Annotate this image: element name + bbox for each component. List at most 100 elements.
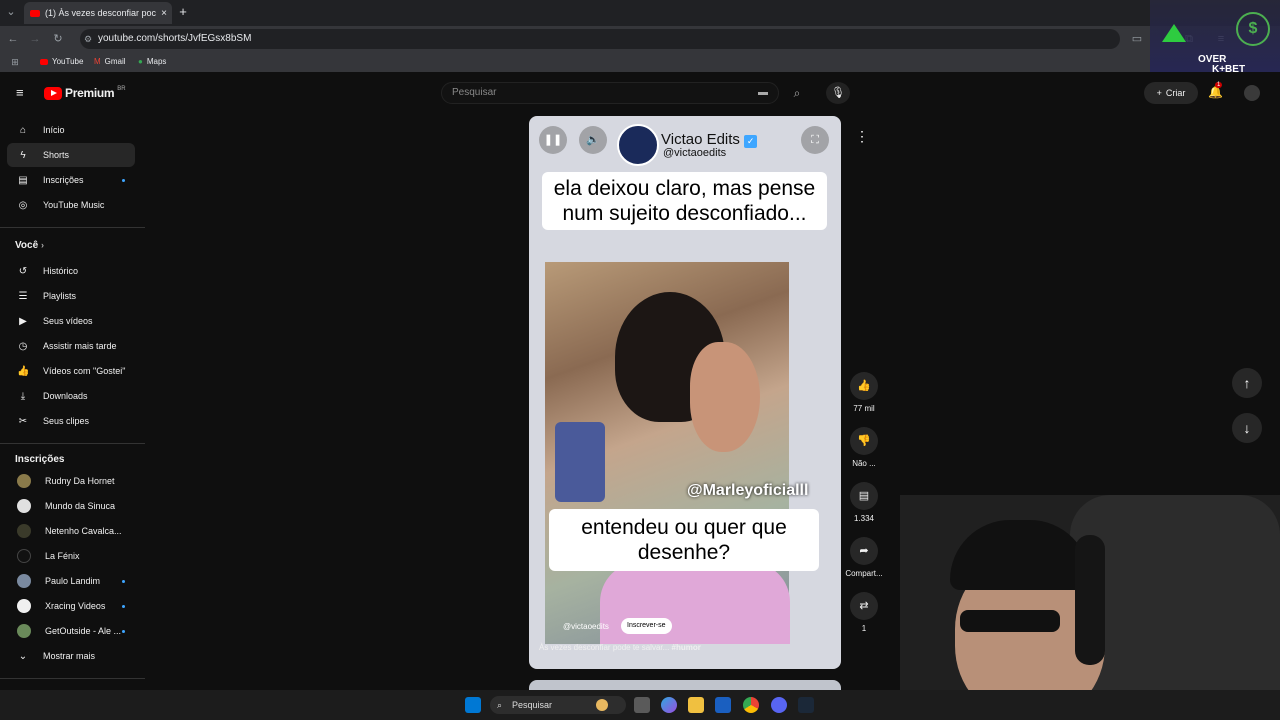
verified-icon: ✓ <box>744 135 758 148</box>
sidebar-item-downloads[interactable]: ⤓ Downloads <box>7 384 135 408</box>
site-info-icon[interactable]: ⚙ <box>84 29 92 49</box>
notifications-button[interactable]: 🔔 1 <box>1208 82 1223 99</box>
short-title: Às vezes desconfiar pode te salvar... #h… <box>539 643 701 652</box>
cast-icon[interactable]: ▭ <box>1130 32 1144 46</box>
comment-icon: ▤ <box>850 482 878 510</box>
sidebar-item-playlists[interactable]: ☰ Playlists <box>7 284 135 308</box>
copilot-icon[interactable] <box>661 697 677 713</box>
more-options-icon[interactable]: ⋮ <box>855 128 869 145</box>
subscription-item[interactable]: Paulo Landim <box>7 569 135 593</box>
downloads-icon: ⤓ <box>20 390 26 402</box>
music-icon: ◎ <box>18 199 28 211</box>
browser-tab[interactable]: (1) Às vezes desconfiar poc × <box>24 2 172 24</box>
windows-start-icon[interactable] <box>465 697 481 713</box>
taskbar-search-label: Pesquisar <box>512 700 553 710</box>
gmail-icon: M <box>94 57 101 66</box>
sidebar-item-music[interactable]: ◎ YouTube Music <box>7 193 135 217</box>
channel-name: Paulo Landim <box>45 576 101 586</box>
tab-list-icon[interactable]: ⌄ <box>4 5 18 19</box>
tab-close-icon[interactable]: × <box>161 8 167 19</box>
sidebar-item-inscricoes[interactable]: ▤ Inscrições <box>7 168 135 192</box>
store-icon[interactable] <box>715 697 731 713</box>
avatar[interactable] <box>1244 85 1260 101</box>
sidebar-item-clipes[interactable]: ✂ Seus clipes <box>7 409 135 433</box>
channel-avatar[interactable] <box>617 124 659 166</box>
comments-action[interactable]: ▤ 1.334 <box>849 482 879 523</box>
bookmark-youtube[interactable]: YouTube <box>40 57 83 66</box>
sidebar-item-watch-later[interactable]: ◷ Assistir mais tarde <box>7 334 135 358</box>
create-button[interactable]: + Criar <box>1144 82 1198 104</box>
bookmark-label: Maps <box>146 57 167 66</box>
tab-title: (1) Às vezes desconfiar poc <box>45 8 157 18</box>
search-input[interactable]: Pesquisar ▬ <box>441 82 779 104</box>
youtube-icon <box>40 58 48 65</box>
webcam-overlay <box>900 495 1280 720</box>
reload-icon[interactable]: ↻ <box>51 32 65 46</box>
sidebar-item-inicio[interactable]: ⌂ Início <box>7 118 135 142</box>
dislike-action[interactable]: 👎 Não ... <box>849 427 879 468</box>
forward-icon[interactable]: → <box>28 32 42 46</box>
keyboard-icon[interactable]: ▬ <box>758 83 768 103</box>
sidebar-item-label: Seus clipes <box>43 416 90 426</box>
coin-icon: $ <box>1236 12 1270 46</box>
search-button[interactable]: ⌕ <box>780 82 814 104</box>
share-action[interactable]: ➦ Compart... <box>843 537 885 578</box>
file-explorer-icon[interactable] <box>688 697 704 713</box>
subscriptions-icon: ▤ <box>18 174 28 186</box>
new-content-dot <box>122 604 125 608</box>
next-short-button[interactable]: ↓ <box>1232 413 1262 443</box>
subscription-item[interactable]: Netenho Cavalca... <box>7 519 135 543</box>
url-field[interactable]: ⚙ youtube.com/shorts/JvfEGsx8bSM <box>80 29 1120 49</box>
bookmark-maps[interactable]: ● Maps <box>138 57 166 66</box>
channel-name[interactable]: Victao Edits ✓ <box>661 131 758 148</box>
like-action[interactable]: 👍 77 mil <box>849 372 879 413</box>
like-icon: 👍 <box>850 372 878 400</box>
volume-button[interactable]: 🔈 <box>579 126 607 154</box>
apps-grid-icon[interactable]: ⊞ <box>8 55 22 69</box>
liked-icon: 👍 <box>17 365 30 377</box>
previous-short-button[interactable]: ↑ <box>1232 368 1262 398</box>
hashtag-link[interactable]: #humor <box>672 643 701 652</box>
weather-icon <box>596 699 608 711</box>
sidebar-item-seus-videos[interactable]: ▶ Seus vídeos <box>7 309 135 333</box>
share-label: Compart... <box>845 569 883 578</box>
sidebar-item-label: YouTube Music <box>43 200 105 210</box>
new-tab-button[interactable]: + <box>176 5 190 19</box>
channel-handle: @victaoedits <box>663 147 727 159</box>
headset-icon <box>1075 535 1105 665</box>
discord-icon[interactable] <box>771 697 787 713</box>
channel-name: La Fénix <box>45 551 80 561</box>
comment-count: 1.334 <box>853 514 875 523</box>
taskbar-search[interactable]: ⌕ Pesquisar <box>490 696 626 714</box>
chevron-right-icon: › <box>40 240 44 250</box>
subscription-item[interactable]: GetOutside - Ale ... <box>7 619 135 643</box>
subscribe-button[interactable]: Inscrever-se <box>621 618 672 634</box>
back-icon[interactable]: ← <box>6 32 20 46</box>
fullscreen-button[interactable]: ⛶ <box>801 126 829 154</box>
footer-handle[interactable]: @victaoedits <box>563 622 609 631</box>
sidebar-item-historico[interactable]: ↺ Histórico <box>7 259 135 283</box>
sidebar-item-shorts[interactable]: ϟ Shorts <box>7 143 135 167</box>
channel-avatar <box>17 549 31 563</box>
next-short-preview[interactable] <box>529 680 841 690</box>
subscription-item[interactable]: Mundo da Sinuca <box>7 494 135 518</box>
bookmark-gmail[interactable]: M Gmail <box>94 57 126 66</box>
chrome-icon[interactable] <box>743 697 759 713</box>
pause-button[interactable]: ❚❚ <box>539 126 567 154</box>
task-view-icon[interactable] <box>634 697 650 713</box>
voice-search-button[interactable]: 🎙 <box>826 82 850 104</box>
remix-action[interactable]: ⇄ 1 <box>849 592 879 633</box>
subscription-item[interactable]: Rudny Da Hornet <box>7 469 135 493</box>
show-more-button[interactable]: ⌄ Mostrar mais <box>7 644 135 668</box>
you-section-title[interactable]: Você › <box>15 240 44 251</box>
subscription-item[interactable]: Xracing Videos <box>7 594 135 618</box>
youtube-logo[interactable]: Premium BR <box>44 86 126 100</box>
short-video-player[interactable]: ❚❚ 🔈 ⛶ Victao Edits ✓ @victaoedits ela d… <box>529 116 841 669</box>
sidebar-item-liked[interactable]: 👍 Vídeos com "Gostei" <box>7 359 135 383</box>
caption-bottom: entendeu ou quer que desenhe? <box>549 509 819 571</box>
subscription-item[interactable]: La Fénix <box>7 544 135 568</box>
new-content-dot <box>122 178 125 182</box>
steam-icon[interactable] <box>798 697 814 713</box>
background-object <box>555 422 605 502</box>
hamburger-menu-icon[interactable]: ≡ <box>16 86 28 99</box>
